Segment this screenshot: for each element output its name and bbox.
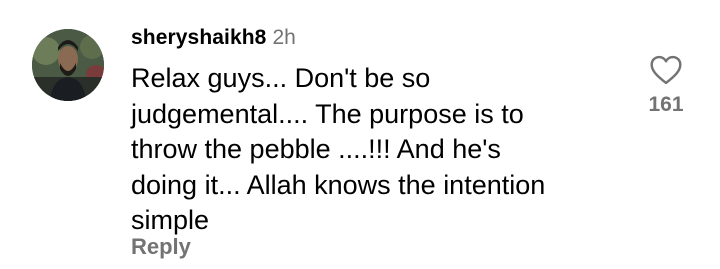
username[interactable]: sheryshaikh8: [131, 26, 266, 49]
comment-text-line: simple: [131, 205, 210, 235]
comment-text-line: Relax guys... Don't be so: [131, 63, 431, 93]
avatar[interactable]: [32, 29, 104, 101]
comment-header: sheryshaikh8 2h: [131, 26, 296, 54]
like-button[interactable]: [646, 55, 686, 85]
comment-text: Relax guys... Don't be so judgemental...…: [131, 61, 631, 239]
comment-text-line: doing it... Allah knows the intention: [131, 169, 546, 200]
avatar-photo: [32, 29, 104, 101]
comment-text-line: throw the pebble ....!!! And he's: [131, 134, 501, 164]
comment-time: 2h: [272, 26, 296, 49]
comment-item: sheryshaikh8 2h Relax guys... Don't be so…: [0, 0, 720, 269]
reply-button[interactable]: Reply: [131, 234, 191, 260]
like-count: 161: [648, 93, 684, 116]
comment-text-line: judgemental.... The purpose is to: [131, 98, 524, 129]
heart-outline-icon[interactable]: [649, 55, 683, 85]
